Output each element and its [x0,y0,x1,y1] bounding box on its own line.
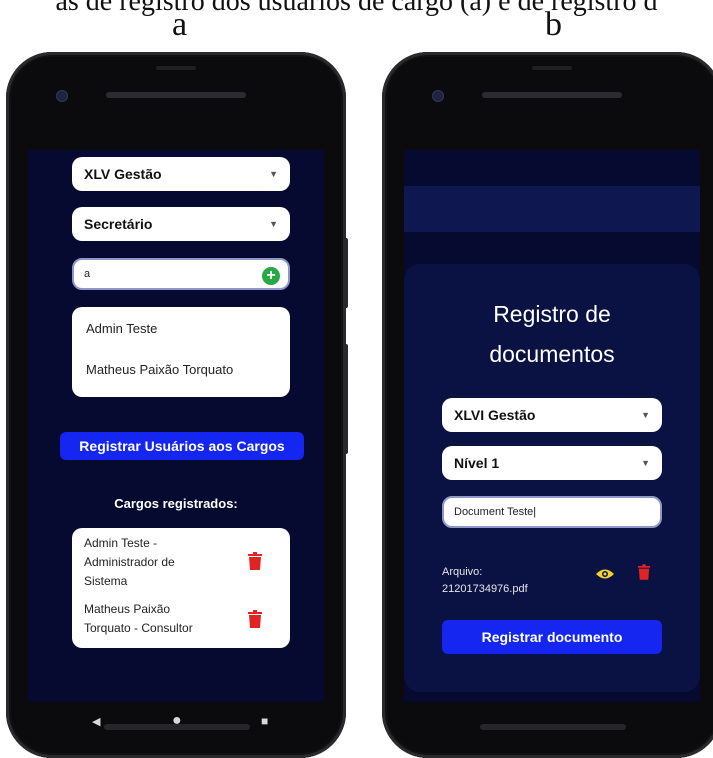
registered-roles-list: Admin Teste - Administrador de Sistema M… [72,528,290,648]
registered-role-item: Matheus Paixão Torquato - Consultor [84,600,224,638]
eye-icon[interactable] [596,568,614,580]
list-item[interactable]: Matheus Paixão Torquato [86,362,233,377]
recents-nav-icon[interactable]: ■ [261,714,268,728]
register-users-button[interactable]: Registrar Usuários aos Cargos [60,432,304,460]
page-title-line: documentos [489,341,615,367]
gestao-select[interactable]: XLV Gestão ▼ [72,157,290,191]
registered-roles-title: Cargos registrados: [114,496,238,511]
side-button [344,344,348,454]
phone-a: XLV Gestão ▼ Secretário ▼ a + Admin Test… [6,52,348,758]
screen-a: XLV Gestão ▼ Secretário ▼ a + Admin Test… [28,150,324,702]
panel-letter-a: a [172,6,188,43]
phone-top-slot [156,66,196,70]
back-nav-icon[interactable]: ◀ [92,715,100,728]
user-results-list: Admin Teste Matheus Paixão Torquato [72,307,290,397]
document-register-card: Registro de documentos XLVI Gestão ▼ Nív… [404,264,700,692]
plus-circle-icon[interactable]: + [262,267,280,285]
earpiece-speaker [482,92,622,98]
gestao-select-value: XLV Gestão [84,166,162,182]
page-title: Registro de documentos [404,294,700,374]
user-search-value: a [84,268,91,280]
caret-down-icon: ▼ [641,458,650,468]
front-camera-icon [56,90,68,102]
caret-down-icon: ▼ [269,219,278,229]
registered-role-item: Admin Teste - Administrador de Sistema [84,534,224,591]
caret-down-icon: ▼ [269,169,278,179]
user-search-input[interactable]: a + [72,258,290,290]
earpiece-speaker [106,92,246,98]
registered-role-line: Sistema [84,574,128,588]
list-item[interactable]: Admin Teste [86,321,157,336]
registered-role-line: Admin Teste - [84,536,158,550]
trash-icon[interactable] [638,564,650,580]
nivel-select[interactable]: Nível 1 ▼ [442,446,662,480]
registered-role-line: Torquato - Consultor [84,621,193,635]
caret-down-icon: ▼ [641,410,650,420]
trash-icon[interactable] [248,610,262,628]
gestao-select[interactable]: XLVI Gestão ▼ [442,398,662,432]
phone-b: Registro de documentos XLVI Gestão ▼ Nív… [382,52,713,758]
cargo-select-value: Secretário [84,216,153,232]
panel-letter-b: b [545,6,562,43]
registered-role-line: Administrador de [84,555,175,569]
gestao-select-value: XLVI Gestão [454,407,536,423]
register-document-button[interactable]: Registrar documento [442,620,662,654]
nivel-select-value: Nível 1 [454,455,500,471]
front-camera-icon [432,90,444,102]
phone-bottom-slot [104,724,250,730]
file-label: Arquivo: [442,566,483,578]
document-name-value: Document Teste [454,506,534,518]
figure-caption: as de registro dos usuários de cargo (a)… [55,0,658,17]
file-name: 21201734976.pdf [442,583,528,595]
trash-icon[interactable] [248,552,262,570]
side-button [344,238,348,308]
page-title-line: Registro de [493,301,611,327]
document-name-input[interactable]: Document Teste | [442,496,662,528]
app-header-bar [404,186,700,232]
phone-top-slot [532,66,572,70]
cargo-select[interactable]: Secretário ▼ [72,207,290,241]
phone-bottom-slot [480,724,626,730]
registered-role-line: Matheus Paixão [84,602,171,616]
file-info: Arquivo: 21201734976.pdf [442,564,528,598]
screen-b: Registro de documentos XLVI Gestão ▼ Nív… [404,150,700,702]
